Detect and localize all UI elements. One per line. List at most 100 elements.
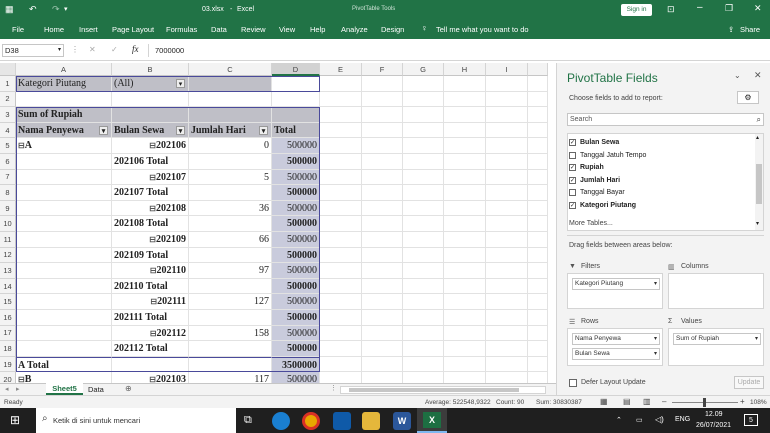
cell[interactable] bbox=[444, 216, 486, 232]
field-checkbox[interactable]: ✓ bbox=[569, 176, 576, 184]
cell[interactable]: 36 bbox=[189, 200, 272, 217]
cell[interactable] bbox=[362, 216, 403, 232]
select-all-corner[interactable] bbox=[0, 63, 16, 76]
cell[interactable] bbox=[403, 278, 444, 295]
cell[interactable] bbox=[403, 185, 444, 201]
cell[interactable] bbox=[16, 263, 112, 279]
cell[interactable] bbox=[528, 232, 548, 248]
word-icon[interactable]: W bbox=[393, 412, 411, 430]
cell[interactable]: 202112 Total bbox=[112, 341, 189, 357]
cell[interactable]: 500000 bbox=[272, 216, 320, 232]
column-header[interactable]: B bbox=[112, 63, 189, 76]
cell[interactable]: 500000 bbox=[272, 169, 320, 186]
cell[interactable] bbox=[320, 247, 362, 264]
speaker-icon[interactable]: ◁) bbox=[655, 415, 664, 424]
cell[interactable] bbox=[189, 247, 272, 264]
cell[interactable] bbox=[528, 247, 548, 264]
tab-data[interactable]: Data bbox=[211, 25, 227, 34]
cell[interactable] bbox=[16, 341, 112, 357]
cell[interactable]: ⊟202109 bbox=[112, 232, 189, 248]
row-header[interactable]: 6 bbox=[0, 154, 16, 170]
cell[interactable]: ⊟202110 bbox=[112, 263, 189, 279]
cell[interactable] bbox=[444, 107, 486, 123]
collapse-icon[interactable]: ⊟ bbox=[149, 141, 156, 150]
field-checkbox[interactable]: ✓ bbox=[569, 139, 576, 146]
cell[interactable] bbox=[403, 76, 444, 92]
cell[interactable] bbox=[320, 310, 362, 326]
field-checkbox[interactable]: ✓ bbox=[569, 201, 576, 209]
cell[interactable] bbox=[444, 247, 486, 264]
cell[interactable] bbox=[486, 76, 528, 92]
filter-dropdown-icon[interactable]: ▾ bbox=[99, 125, 108, 135]
cell[interactable] bbox=[528, 356, 548, 373]
cancel-icon[interactable]: ✕ bbox=[89, 45, 96, 54]
cell[interactable] bbox=[486, 247, 528, 264]
cell[interactable] bbox=[528, 294, 548, 310]
cell[interactable] bbox=[486, 278, 528, 295]
row-header[interactable]: 3 bbox=[0, 107, 16, 123]
row-header[interactable]: 8 bbox=[0, 185, 16, 201]
field-checkbox[interactable] bbox=[569, 189, 576, 196]
sign-in-button[interactable]: Sign in bbox=[621, 4, 652, 16]
cell[interactable] bbox=[272, 91, 320, 108]
cell[interactable] bbox=[444, 263, 486, 279]
column-header[interactable]: F bbox=[362, 63, 403, 76]
collapse-icon[interactable]: ⊟ bbox=[18, 375, 25, 383]
cell[interactable] bbox=[403, 122, 444, 139]
tab-review[interactable]: Review bbox=[241, 25, 266, 34]
cell[interactable] bbox=[403, 200, 444, 217]
close-pane-icon[interactable]: ✕ bbox=[754, 70, 762, 81]
cell[interactable] bbox=[362, 138, 403, 154]
cell[interactable] bbox=[362, 294, 403, 310]
cell[interactable] bbox=[362, 76, 403, 92]
cell[interactable] bbox=[189, 185, 272, 201]
cell[interactable] bbox=[444, 325, 486, 342]
tab-formulas[interactable]: Formulas bbox=[166, 25, 197, 34]
cell[interactable] bbox=[362, 91, 403, 108]
cell[interactable]: 3500000 bbox=[272, 356, 320, 373]
cell[interactable]: ⊟A bbox=[16, 138, 112, 154]
tab-help[interactable]: Help bbox=[310, 25, 325, 34]
row-header[interactable]: 14 bbox=[0, 278, 16, 295]
collapse-icon[interactable]: ⊟ bbox=[150, 329, 157, 338]
cell[interactable] bbox=[362, 310, 403, 326]
cell[interactable] bbox=[444, 91, 486, 108]
cell[interactable]: 500000 bbox=[272, 247, 320, 264]
filter-dropdown-icon[interactable]: ▾ bbox=[259, 125, 268, 135]
cell[interactable] bbox=[320, 356, 362, 373]
cell[interactable] bbox=[486, 356, 528, 373]
cell[interactable] bbox=[486, 107, 528, 123]
system-tray-icon[interactable]: ⌃ bbox=[616, 416, 622, 424]
field-item[interactable]: Tanggal Bayar bbox=[569, 189, 625, 196]
cell[interactable] bbox=[444, 138, 486, 154]
cell[interactable] bbox=[528, 325, 548, 342]
row-chip[interactable]: Nama Penyewa ▾ bbox=[572, 333, 660, 345]
cell[interactable] bbox=[486, 325, 528, 342]
row-header[interactable]: 4 bbox=[0, 122, 16, 139]
scrollbar-thumb[interactable] bbox=[349, 388, 519, 392]
cell[interactable] bbox=[403, 154, 444, 170]
cell[interactable] bbox=[320, 372, 362, 383]
cell[interactable] bbox=[362, 122, 403, 139]
field-item[interactable]: Tanggal Jatuh Tempo bbox=[569, 151, 646, 159]
cell[interactable]: ⊟202106 bbox=[112, 138, 189, 154]
cell[interactable] bbox=[403, 372, 444, 383]
cell[interactable]: 500000 bbox=[272, 278, 320, 295]
cell[interactable]: 66 bbox=[189, 232, 272, 248]
cell[interactable] bbox=[486, 372, 528, 383]
cell[interactable] bbox=[444, 294, 486, 310]
cell[interactable]: 500000 bbox=[272, 325, 320, 342]
pane-options-icon[interactable]: ⌄ bbox=[734, 71, 741, 80]
next-sheet-icon[interactable]: ▸ bbox=[16, 385, 20, 393]
tab-insert[interactable]: Insert bbox=[79, 25, 98, 34]
filter-chip[interactable]: Kategori Piutang ▾ bbox=[572, 278, 660, 290]
cell[interactable] bbox=[320, 294, 362, 310]
cell[interactable] bbox=[444, 76, 486, 92]
cell[interactable] bbox=[528, 341, 548, 357]
cell[interactable] bbox=[320, 232, 362, 248]
cell[interactable] bbox=[16, 294, 112, 310]
chevron-down-icon[interactable]: ▾ bbox=[654, 279, 657, 289]
cell[interactable] bbox=[528, 185, 548, 201]
row-header[interactable]: 1 bbox=[0, 76, 16, 92]
cell[interactable] bbox=[320, 200, 362, 217]
